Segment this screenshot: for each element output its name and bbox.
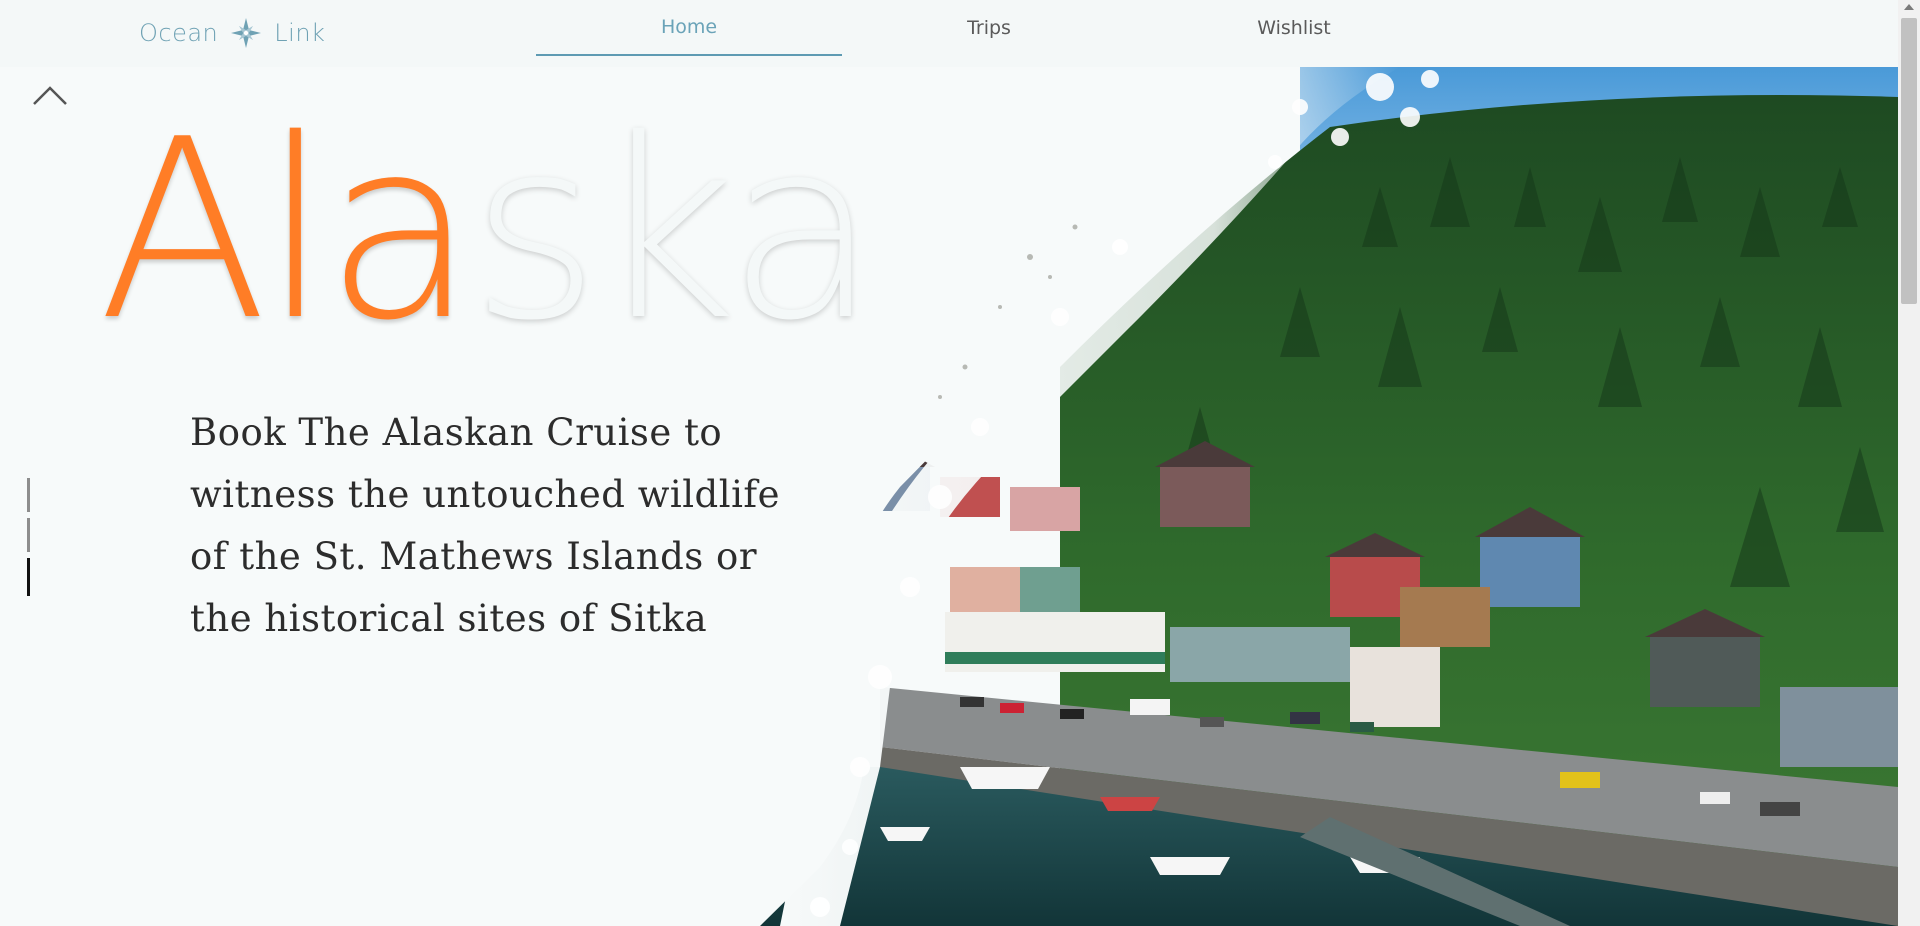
scroll-up-chevron-icon[interactable] xyxy=(32,84,68,108)
nav-trips[interactable]: Trips xyxy=(836,0,1142,56)
brand-logo[interactable]: Ocean Link xyxy=(139,16,325,50)
hero-title-part-orange: Ala xyxy=(98,87,477,375)
nav-trips-label: Trips xyxy=(967,17,1011,39)
slide-indicator-1[interactable] xyxy=(27,478,30,512)
compass-star-icon xyxy=(231,18,262,48)
scrollbar-thumb[interactable] xyxy=(1901,18,1917,304)
brand-name-right: Link xyxy=(274,19,326,47)
slide-indicator-3-active[interactable] xyxy=(27,558,30,596)
nav-home-label: Home xyxy=(660,16,718,38)
top-navigation: Ocean Link Home Trips Wishlist xyxy=(0,0,1898,67)
slide-indicators xyxy=(27,478,30,602)
scrollbar-up-arrow-icon[interactable] xyxy=(1904,4,1914,10)
brand-name-left: Ocean xyxy=(139,19,219,47)
hero-description: Book The Alaskan Cruise to witness the u… xyxy=(190,411,780,640)
nav-wishlist-label: Wishlist xyxy=(1257,17,1331,39)
hero-title-part-white: ska xyxy=(470,87,879,375)
slide-indicator-2[interactable] xyxy=(27,518,30,552)
nav-wishlist[interactable]: Wishlist xyxy=(1141,0,1447,56)
hero-title: Alaska xyxy=(98,96,879,366)
nav-home[interactable]: Home xyxy=(536,0,842,56)
